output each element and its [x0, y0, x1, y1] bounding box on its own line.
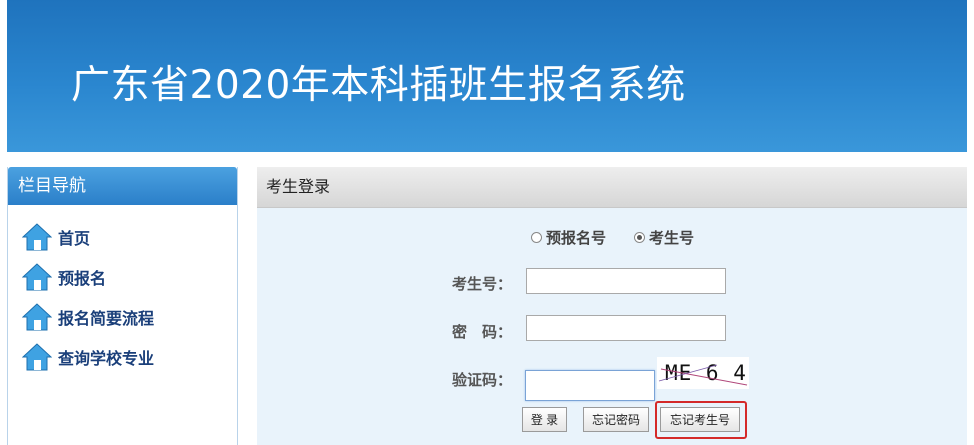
sidebar-item-label: 查询学校专业 [58, 349, 155, 368]
radio-label: 考生号 [649, 229, 695, 247]
home-icon [22, 303, 52, 331]
forgot-candidate-number-button[interactable]: 忘记考生号 [660, 407, 740, 432]
captcha-noise [658, 364, 748, 386]
candidate-number-label: 考生号： [452, 275, 513, 293]
radio-candidate-number[interactable]: 考生号 [634, 227, 694, 248]
sidebar-item-label: 报名简要流程 [58, 309, 155, 328]
login-panel: 考生登录 预报名号 考生号 考生号： 密 码： 验证码： ME 6 4 登 录 … [257, 167, 967, 445]
captcha-input[interactable] [525, 370, 655, 401]
sidebar-item-process[interactable]: 报名简要流程 [22, 297, 154, 337]
radio-button[interactable] [634, 232, 646, 243]
radio-button[interactable] [531, 232, 542, 243]
captcha-label: 验证码： [452, 371, 513, 389]
sidebar-item-label: 预报名 [58, 269, 107, 288]
home-icon [22, 343, 52, 371]
sidebar-item-home[interactable]: 首页 [22, 217, 154, 257]
sidebar-item-preregister[interactable]: 预报名 [22, 257, 154, 297]
radio-label: 预报名号 [546, 229, 607, 247]
sidebar-item-label: 首页 [58, 229, 91, 248]
sidebar-item-query-schools[interactable]: 查询学校专业 [22, 337, 154, 377]
login-title: 考生登录 [257, 167, 967, 208]
sidebar: 栏目导航 首页 预报名 报名简要流程 查询学校专业 [7, 167, 238, 445]
forgot-password-button[interactable]: 忘记密码 [583, 407, 649, 432]
page-title: 广东省2020年本科插班生报名系统 [71, 63, 686, 108]
login-type-radio-group: 预报名号 考生号 [531, 227, 694, 248]
login-button[interactable]: 登 录 [522, 407, 567, 432]
header-banner: 广东省2020年本科插班生报名系统 [7, 0, 967, 152]
password-label: 密 码： [452, 323, 513, 341]
home-icon [22, 263, 52, 291]
candidate-number-input[interactable] [526, 268, 726, 294]
home-icon [22, 223, 52, 251]
password-input[interactable] [526, 315, 726, 341]
captcha-image[interactable]: ME 6 4 [657, 357, 749, 389]
sidebar-nav: 首页 预报名 报名简要流程 查询学校专业 [22, 217, 154, 377]
radio-preregister-number[interactable]: 预报名号 [531, 227, 606, 248]
sidebar-title: 栏目导航 [8, 167, 237, 205]
